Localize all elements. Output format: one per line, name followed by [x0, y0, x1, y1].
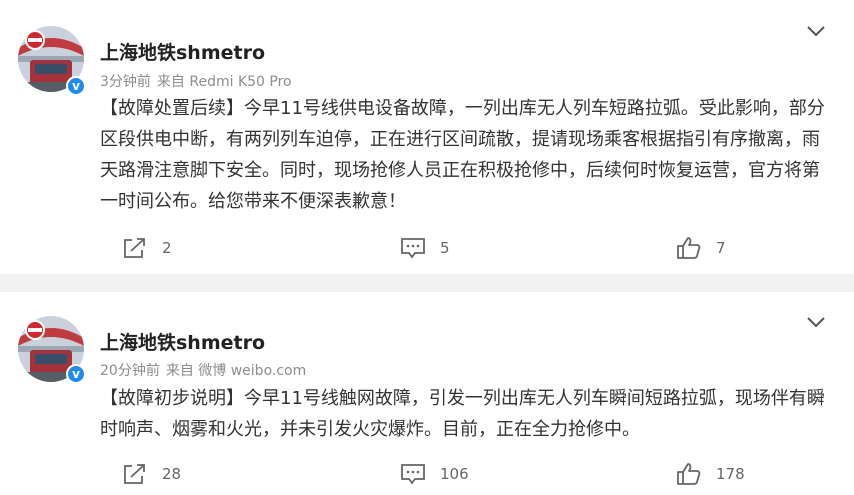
repost-button[interactable]: 28 — [122, 459, 181, 489]
weibo-post: v 上海地铁shmetro 3分钟前 来自 Redmi K50 Pro 【故障处置… — [0, 0, 854, 274]
like-icon — [677, 463, 701, 485]
comment-count: 106 — [440, 465, 469, 483]
action-bar: 2 5 7 — [100, 233, 834, 263]
username[interactable]: 上海地铁shmetro — [100, 328, 265, 355]
post-content: 【故障处置后续】今早11号线供电设备故障，一列出库无人列车短路拉弧。受此影响，部… — [100, 98, 825, 212]
like-count: 7 — [716, 239, 726, 257]
username[interactable]: 上海地铁shmetro — [100, 38, 265, 65]
chevron-down-icon[interactable] — [806, 24, 826, 38]
repost-icon — [124, 238, 145, 258]
like-count: 178 — [716, 465, 745, 483]
post-time[interactable]: 20分钟前 — [100, 363, 160, 379]
post-meta: 20分钟前 来自 微博 weibo.com — [100, 360, 312, 380]
comment-button[interactable]: 106 — [400, 459, 469, 489]
comment-icon — [401, 238, 425, 259]
verified-icon: v — [66, 76, 86, 96]
repost-count: 28 — [162, 465, 182, 483]
repost-button[interactable]: 2 — [122, 233, 172, 263]
repost-count: 2 — [162, 239, 172, 257]
like-icon — [677, 237, 701, 259]
comment-icon — [401, 464, 425, 485]
action-bar: 28 106 178 — [100, 459, 834, 489]
post-time[interactable]: 3分钟前 — [100, 74, 151, 90]
chevron-down-icon[interactable] — [806, 315, 826, 329]
post-source: 来自 微博 weibo.com — [165, 363, 307, 379]
post-source: 来自 Redmi K50 Pro — [156, 74, 292, 90]
like-button[interactable]: 178 — [676, 459, 745, 489]
comment-count: 5 — [440, 239, 450, 257]
comment-button[interactable]: 5 — [400, 233, 450, 263]
repost-icon — [124, 464, 145, 484]
post-content: 【故障初步说明】今早11号线触网故障，引发一列出库无人列车瞬间短路拉弧，现场伴有… — [100, 388, 825, 440]
weibo-post: v 上海地铁shmetro 20分钟前 来自 微博 weibo.com 【故障初步… — [0, 292, 854, 495]
verified-icon: v — [66, 364, 86, 384]
like-button[interactable]: 7 — [676, 233, 726, 263]
post-meta: 3分钟前 来自 Redmi K50 Pro — [100, 71, 298, 91]
